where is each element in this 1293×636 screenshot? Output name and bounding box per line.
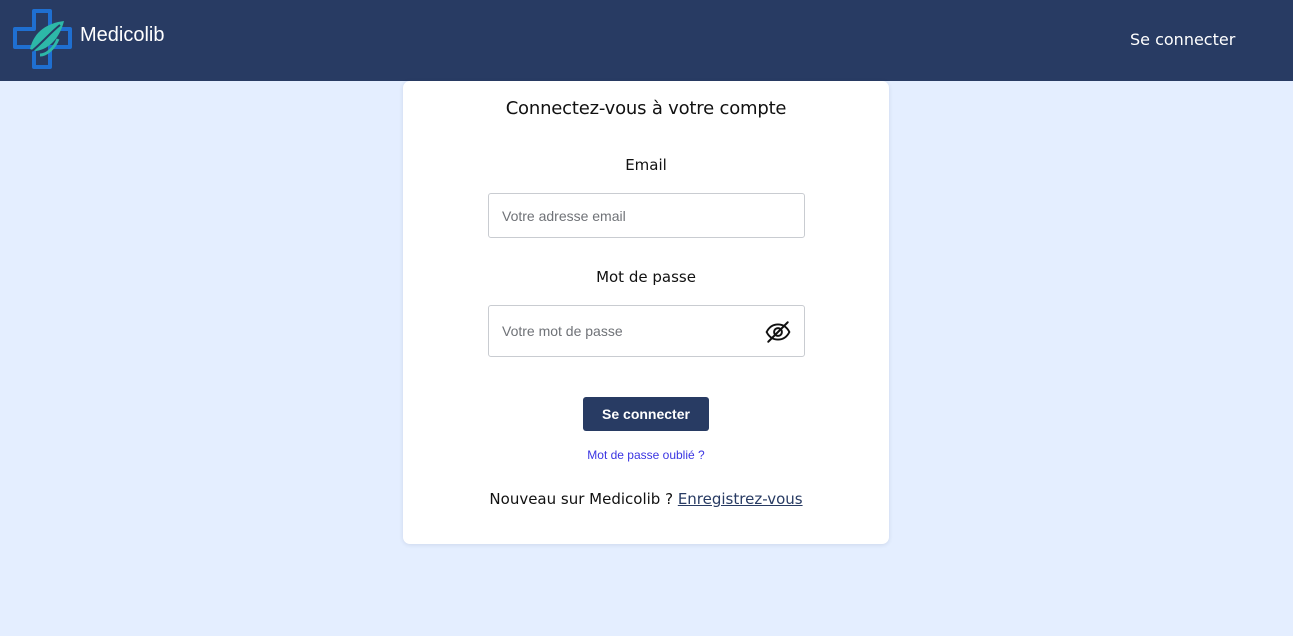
email-field-wrapper bbox=[488, 193, 805, 238]
email-label: Email bbox=[625, 156, 667, 174]
password-input[interactable] bbox=[489, 306, 749, 356]
forgot-password-link[interactable]: Mot de passe oublié ? bbox=[403, 448, 889, 462]
medical-cross-leaf-icon bbox=[13, 9, 72, 69]
top-navbar: Medicolib Se connecter bbox=[0, 0, 1293, 81]
nav-login-link[interactable]: Se connecter bbox=[1130, 30, 1235, 49]
brand-logo-link[interactable]: Medicolib bbox=[12, 9, 164, 69]
login-title: Connectez-vous à votre compte bbox=[505, 98, 787, 119]
password-field-wrapper bbox=[488, 305, 805, 357]
eye-slash-icon[interactable] bbox=[765, 319, 791, 345]
signup-link[interactable]: Enregistrez-vous bbox=[678, 490, 803, 508]
email-input[interactable] bbox=[489, 194, 804, 237]
brand-name: Medicolib bbox=[80, 24, 165, 46]
login-submit-button[interactable]: Se connecter bbox=[583, 397, 709, 431]
signup-line: Nouveau sur Medicolib ? Enregistrez-vous bbox=[403, 490, 889, 508]
password-label: Mot de passe bbox=[596, 268, 696, 286]
login-card: Connectez-vous à votre compte Email Mot … bbox=[403, 81, 889, 544]
signup-prompt: Nouveau sur Medicolib ? bbox=[489, 490, 674, 508]
